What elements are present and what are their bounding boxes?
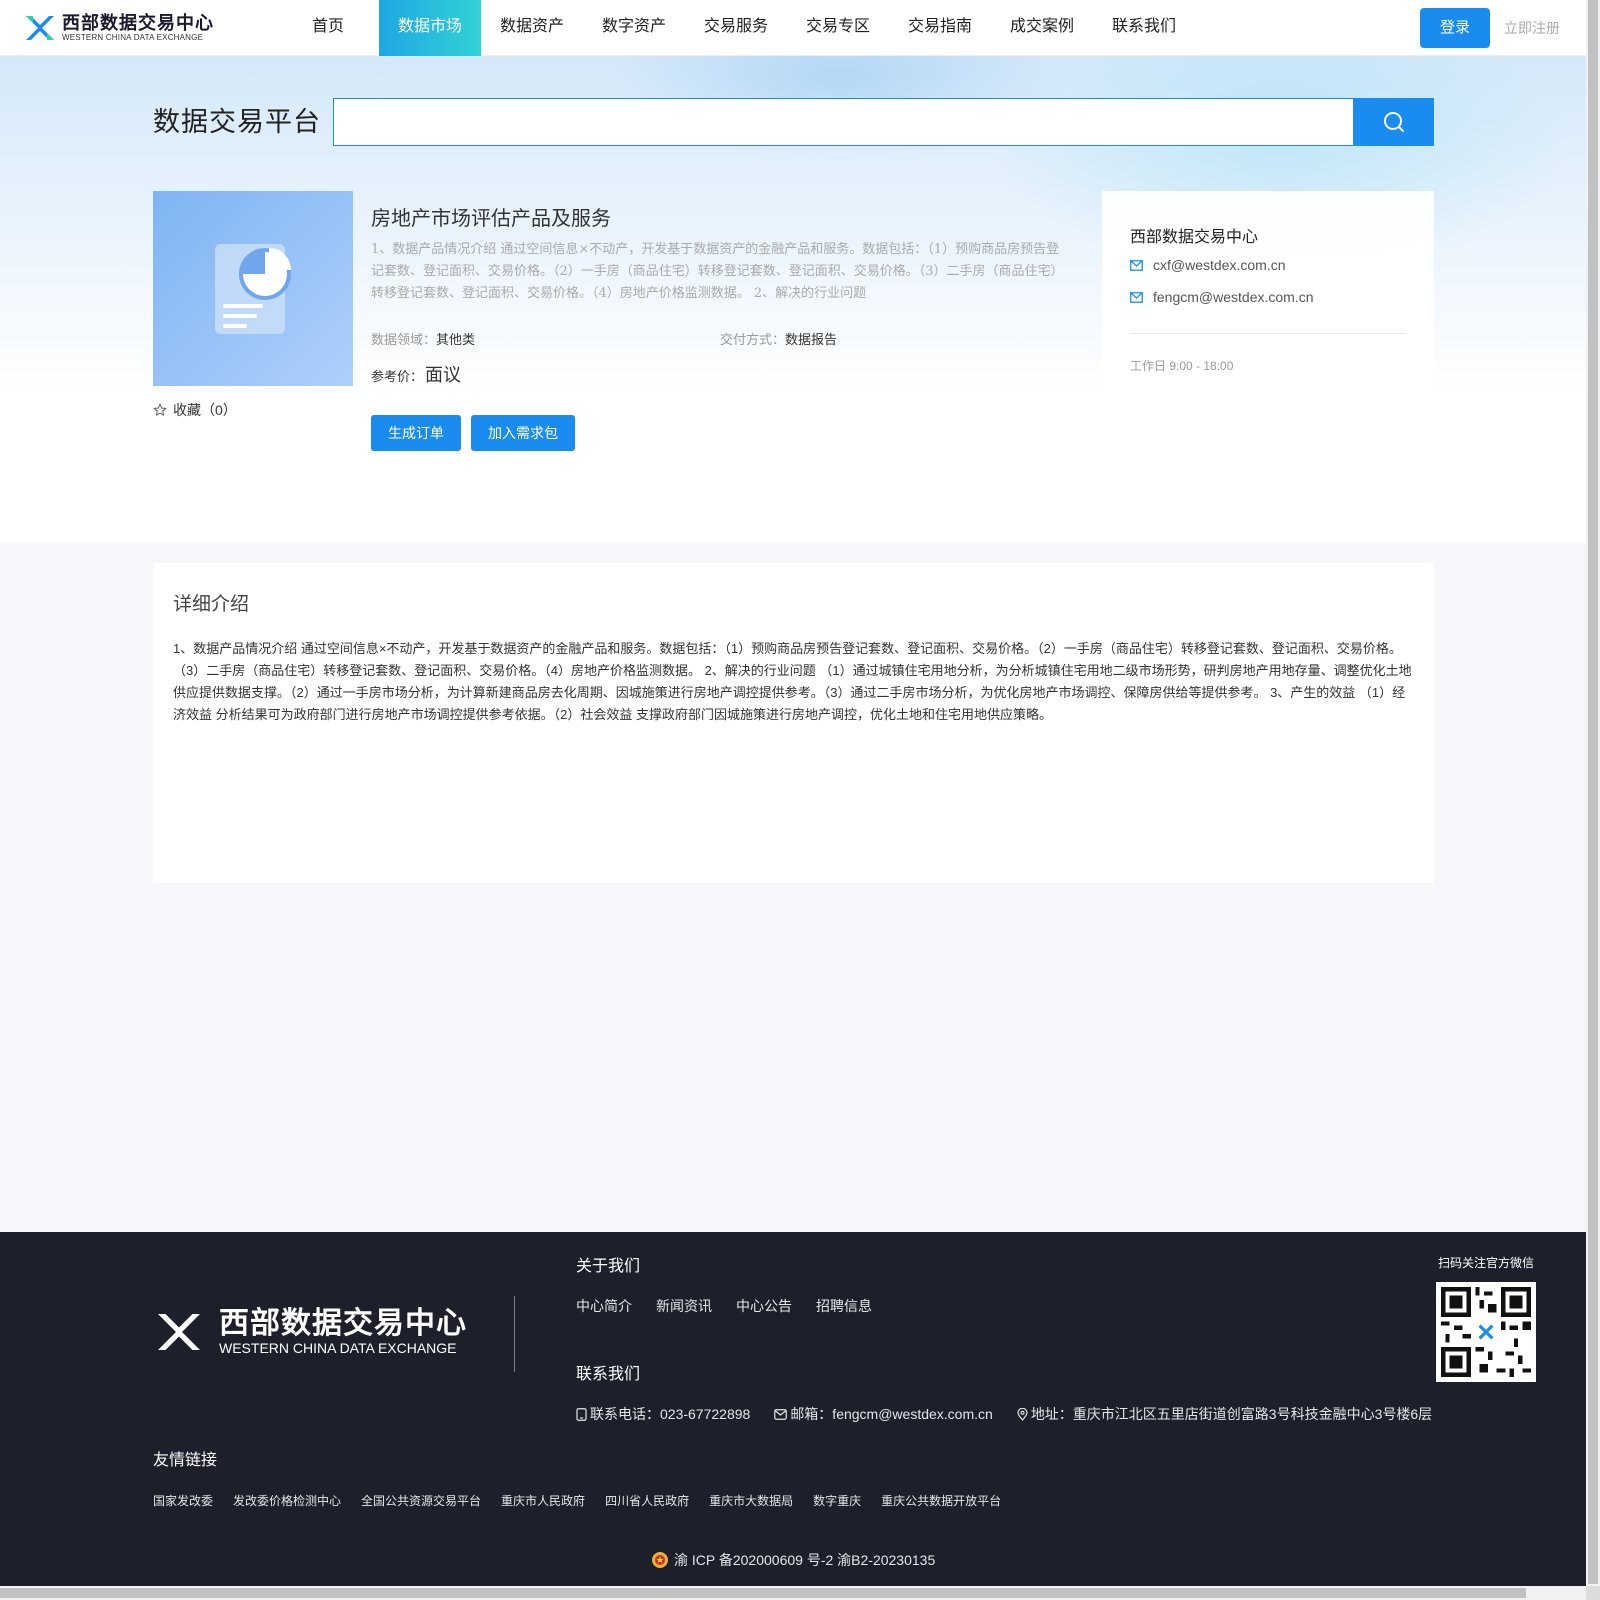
about-link-jobs[interactable]: 招聘信息	[816, 1296, 872, 1316]
nav-data-assets[interactable]: 数据资产	[481, 0, 583, 56]
search-input[interactable]	[333, 98, 1354, 146]
mail-icon	[1130, 259, 1143, 271]
contact-email-2[interactable]: fengcm@westdex.com.cn	[1130, 289, 1314, 305]
icp-text: 渝 ICP 备202000609 号-2 渝B2-20230135	[674, 1552, 936, 1568]
price-label: 参考价：	[371, 369, 424, 384]
footer-contact-info: 联系电话：023-67722898 邮箱：fengcm@westdex.com.…	[576, 1404, 1456, 1424]
nav-trade-services[interactable]: 交易服务	[685, 0, 787, 56]
vertical-scrollbar[interactable]	[1586, 0, 1600, 1586]
footer-divider	[514, 1296, 515, 1372]
footer-email-text: 邮箱：fengcm@westdex.com.cn	[790, 1406, 993, 1422]
horizontal-scrollbar-thumb[interactable]	[0, 1588, 1526, 1598]
generate-order-button[interactable]: 生成订单	[371, 415, 461, 451]
about-link-notices[interactable]: 中心公告	[736, 1296, 792, 1316]
product-title: 房地产市场评估产品及服务	[371, 206, 611, 230]
footer-email: 邮箱：fengcm@westdex.com.cn	[774, 1404, 993, 1424]
footer-phone: 联系电话：023-67722898	[576, 1404, 750, 1424]
platform-title: 数据交易平台	[153, 107, 321, 138]
icp-record[interactable]: 渝 ICP 备202000609 号-2 渝B2-20230135	[651, 1550, 935, 1570]
friend-link[interactable]: 重庆市人民政府	[501, 1492, 585, 1509]
footer-contact-heading: 联系我们	[576, 1366, 641, 1383]
register-link[interactable]: 立即注册	[1504, 18, 1560, 38]
product-description: 1、数据产品情况介绍 通过空间信息×不动产，开发基于数据资产的金融产品和服务。数…	[371, 242, 1060, 301]
footer-phone-text: 联系电话：023-67722898	[590, 1406, 751, 1422]
horizontal-scrollbar[interactable]	[0, 1586, 1586, 1600]
contact-email-2-text: fengcm@westdex.com.cn	[1153, 289, 1314, 305]
friend-link[interactable]: 发改委价格检测中心	[233, 1492, 341, 1509]
contact-email-1-text: cxf@westdex.com.cn	[1153, 257, 1286, 273]
contact-card: 西部数据交易中心 cxf@westdex.com.cn fengcm@westd…	[1102, 191, 1434, 421]
phone-icon	[576, 1407, 587, 1421]
logo-mark-icon	[158, 1314, 200, 1350]
nav-contact[interactable]: 联系我们	[1093, 0, 1195, 56]
friend-link[interactable]: 重庆公共数据开放平台	[881, 1492, 1001, 1509]
delivery-method-label: 交付方式：	[720, 332, 786, 347]
about-link-news[interactable]: 新闻资讯	[656, 1296, 712, 1316]
delivery-method: 交付方式：数据报告	[720, 329, 837, 348]
favorite-label: 收藏（0）	[173, 402, 237, 418]
mail-icon	[1130, 291, 1143, 303]
search-icon	[1384, 112, 1404, 132]
vertical-scrollbar-thumb[interactable]	[1588, 0, 1598, 1584]
mail-icon	[774, 1408, 788, 1420]
site-footer: 西部数据交易中心 WESTERN CHINA DATA EXCHANGE 关于我…	[0, 1232, 1586, 1586]
friend-links-heading: 友情链接	[153, 1452, 218, 1469]
police-badge-icon	[652, 1552, 668, 1568]
nav-trade-zone[interactable]: 交易专区	[787, 0, 889, 56]
about-link-intro[interactable]: 中心简介	[576, 1296, 632, 1316]
reference-price: 参考价： 面议	[371, 361, 461, 387]
top-header: 西部数据交易中心 WESTERN CHINA DATA EXCHANGE 首页 …	[0, 0, 1586, 56]
detail-heading: 详细介绍	[173, 593, 250, 615]
data-domain: 数据领域：其他类	[371, 329, 475, 348]
search-button[interactable]	[1354, 98, 1434, 146]
location-pin-icon	[1017, 1407, 1028, 1421]
delivery-method-value: 数据报告	[785, 332, 838, 347]
contact-org-name: 西部数据交易中心	[1130, 229, 1259, 246]
logo-mark-icon	[26, 16, 54, 40]
about-heading: 关于我们	[576, 1258, 641, 1275]
detail-body: 1、数据产品情况介绍 通过空间信息×不动产，开发基于数据资产的金融产品和服务。数…	[173, 641, 1412, 722]
contact-email-1[interactable]: cxf@westdex.com.cn	[1130, 257, 1285, 273]
chart-document-icon	[215, 243, 291, 334]
content-area: 详细介绍 1、数据产品情况介绍 通过空间信息×不动产，开发基于数据资产的金融产品…	[0, 543, 1586, 1232]
friend-link[interactable]: 重庆市大数据局	[709, 1492, 793, 1509]
login-button[interactable]: 登录	[1420, 8, 1490, 48]
product-image	[153, 191, 353, 386]
footer-logo-cn: 西部数据交易中心	[219, 1307, 467, 1340]
product-hero: 数据交易平台 收藏（0） 房地产市场评估产品及服务 1、数据产品情况介绍 通过空…	[0, 56, 1586, 543]
star-icon	[153, 403, 167, 416]
about-links: 中心简介 新闻资讯 中心公告 招聘信息	[576, 1296, 896, 1316]
data-domain-value: 其他类	[436, 332, 476, 347]
logo-text-cn: 西部数据交易中心	[62, 13, 214, 33]
nav-cases[interactable]: 成交案例	[991, 0, 1093, 56]
wechat-qr-code	[1436, 1282, 1536, 1382]
add-demand-package-button[interactable]: 加入需求包	[471, 415, 575, 451]
nav-trade-guide[interactable]: 交易指南	[889, 0, 991, 56]
friend-link[interactable]: 全国公共资源交易平台	[361, 1492, 481, 1509]
footer-address-text: 地址：重庆市江北区五里店街道创富路3号科技金融中心3号楼6层	[1030, 1406, 1433, 1422]
logo-text-en: WESTERN CHINA DATA EXCHANGE	[62, 33, 204, 42]
favorite-button[interactable]: 收藏（0）	[153, 400, 237, 420]
friend-link[interactable]: 国家发改委	[153, 1492, 213, 1509]
working-hours: 工作日 9:00 - 18:00	[1130, 359, 1234, 373]
contact-divider	[1130, 333, 1406, 334]
site-logo[interactable]: 西部数据交易中心 WESTERN CHINA DATA EXCHANGE	[24, 12, 214, 44]
footer-logo: 西部数据交易中心 WESTERN CHINA DATA EXCHANGE	[153, 1308, 467, 1356]
footer-logo-en: WESTERN CHINA DATA EXCHANGE	[219, 1340, 457, 1356]
nav-digital-assets[interactable]: 数字资产	[583, 0, 685, 56]
data-domain-label: 数据领域：	[371, 332, 437, 347]
friend-link[interactable]: 数字重庆	[813, 1492, 861, 1509]
nav-data-market[interactable]: 数据市场	[379, 0, 481, 56]
qr-label: 扫码关注官方微信	[1438, 1256, 1535, 1270]
price-value: 面议	[425, 365, 462, 386]
footer-address: 地址：重庆市江北区五里店街道创富路3号科技金融中心3号楼6层	[1017, 1404, 1432, 1424]
qr-code-icon	[1441, 1287, 1531, 1377]
scrollbar-corner	[1586, 1586, 1600, 1600]
friend-links: 国家发改委 发改委价格检测中心 全国公共资源交易平台 重庆市人民政府 四川省人民…	[153, 1492, 1021, 1509]
detail-card: 详细介绍 1、数据产品情况介绍 通过空间信息×不动产，开发基于数据资产的金融产品…	[153, 563, 1434, 883]
main-nav: 首页 数据市场 数据资产 数字资产 交易服务 交易专区 交易指南 成交案例 联系…	[277, 0, 1195, 56]
friend-link[interactable]: 四川省人民政府	[605, 1492, 689, 1509]
nav-home[interactable]: 首页	[277, 0, 379, 56]
